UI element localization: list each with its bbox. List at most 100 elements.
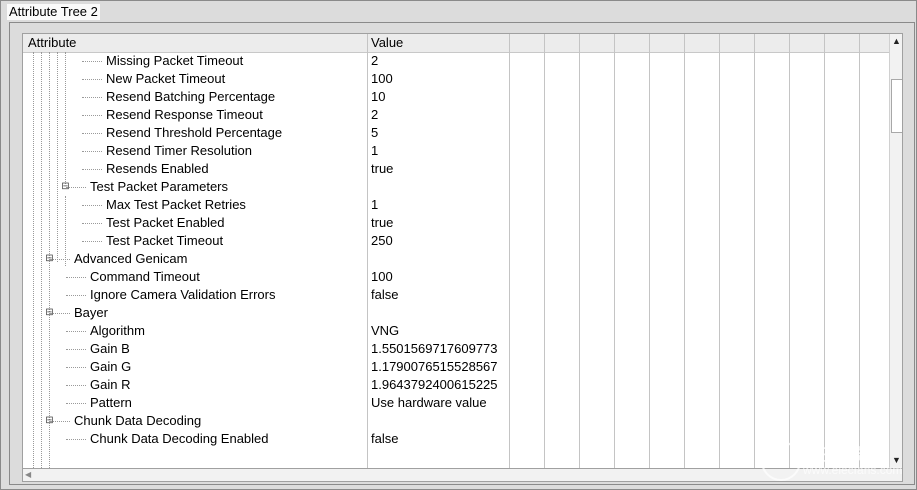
attribute-column-header[interactable]: Attribute	[28, 34, 76, 52]
tree-row[interactable]: ⊟ Chunk Data Decoding	[23, 412, 889, 430]
tree-connector	[82, 169, 102, 170]
value-column-header[interactable]: Value	[371, 34, 403, 52]
attribute-value[interactable]: 100	[371, 268, 393, 286]
tree-row[interactable]: Max Test Packet Retries 1	[23, 196, 889, 214]
tree-row[interactable]: ⊟ Test Packet Parameters	[23, 178, 889, 196]
attribute-value[interactable]: 2	[371, 52, 378, 70]
tree-connector	[66, 349, 86, 350]
tree-row[interactable]: New Packet Timeout 100	[23, 70, 889, 88]
watermark-logo: 电子发烧友 www.elecfans.com	[761, 439, 911, 483]
attribute-value[interactable]: 100	[371, 70, 393, 88]
tree-connector	[82, 241, 102, 242]
attribute-value[interactable]: true	[371, 214, 393, 232]
tree-row[interactable]: Resend Timer Resolution 1	[23, 142, 889, 160]
attribute-label: Missing Packet Timeout	[106, 53, 244, 68]
attribute-label: Pattern	[90, 395, 132, 410]
attribute-label: Gain B	[90, 341, 130, 356]
tree-row[interactable]: Missing Packet Timeout 2	[23, 52, 889, 70]
collapse-toggle-icon[interactable]: ⊟	[45, 254, 54, 264]
tree-connector	[82, 151, 102, 152]
tree-row[interactable]: Resend Response Timeout 2	[23, 106, 889, 124]
tree-row[interactable]: Test Packet Timeout 250	[23, 232, 889, 250]
attribute-value[interactable]: 1	[371, 196, 378, 214]
tree-connector	[82, 205, 102, 206]
attribute-label: Gain G	[90, 359, 132, 374]
attribute-label: Chunk Data Decoding Enabled	[90, 431, 269, 446]
attribute-value[interactable]: 1.5501569717609773	[371, 340, 498, 358]
window-title: Attribute Tree 2	[7, 4, 100, 20]
attribute-label: Resends Enabled	[106, 161, 209, 176]
collapse-toggle-icon[interactable]: ⊟	[61, 182, 70, 192]
attribute-label: Resend Threshold Percentage	[106, 125, 283, 140]
tree-row[interactable]: ⊟ Bayer	[23, 304, 889, 322]
tree-connector	[82, 133, 102, 134]
attribute-value[interactable]: 1.1790076515528567	[371, 358, 498, 376]
tree-row[interactable]: Chunk Data Decoding Enabled false	[23, 430, 889, 448]
vertical-scrollbar[interactable]: ▲ ▼	[889, 34, 902, 468]
attribute-label: Resend Response Timeout	[106, 107, 263, 122]
attribute-tree-window: Attribute Tree 2 Attribute Value Missing…	[0, 0, 917, 490]
tree-row[interactable]: Command Timeout 100	[23, 268, 889, 286]
tree-row[interactable]: Pattern Use hardware value	[23, 394, 889, 412]
attribute-value[interactable]: true	[371, 160, 393, 178]
tree-row[interactable]: Ignore Camera Validation Errors false	[23, 286, 889, 304]
attribute-value[interactable]: 5	[371, 124, 378, 142]
tree-connector	[66, 277, 86, 278]
tree-connector	[66, 331, 86, 332]
tree-row[interactable]: Resend Batching Percentage 10	[23, 88, 889, 106]
tree-body: Missing Packet Timeout 2 New Packet Timeou…	[23, 52, 889, 468]
attribute-label: Advanced Genicam	[74, 251, 188, 266]
attribute-label: Algorithm	[90, 323, 145, 338]
tree-connector	[82, 115, 102, 116]
tree-panel: Attribute Value Missing Packet Timeout 2 N…	[22, 33, 903, 469]
attribute-label: Command Timeout	[90, 269, 200, 284]
tree-row[interactable]: Algorithm VNG	[23, 322, 889, 340]
tree-connector	[82, 97, 102, 98]
attribute-label: Gain R	[90, 377, 131, 392]
tree-connector	[66, 439, 86, 440]
tree-row[interactable]: Gain R 1.9643792400615225	[23, 376, 889, 394]
watermark-title: 电子发烧友	[803, 447, 884, 464]
scroll-left-icon[interactable]: ◀	[25, 469, 31, 481]
tree-connector	[66, 385, 86, 386]
attribute-value[interactable]: Use hardware value	[371, 394, 487, 412]
attribute-label: Max Test Packet Retries	[106, 197, 246, 212]
attribute-value[interactable]: false	[371, 430, 398, 448]
tree-connector	[82, 79, 102, 80]
tree-row[interactable]: Gain B 1.5501569717609773	[23, 340, 889, 358]
attribute-value[interactable]: 2	[371, 106, 378, 124]
attribute-label: Resend Timer Resolution	[106, 143, 252, 158]
tree-row[interactable]: Gain G 1.1790076515528567	[23, 358, 889, 376]
tree-row[interactable]: Resends Enabled true	[23, 160, 889, 178]
attribute-label: Chunk Data Decoding	[74, 413, 202, 428]
tree-connector	[82, 61, 102, 62]
scroll-thumb[interactable]	[891, 79, 902, 133]
attribute-label: New Packet Timeout	[106, 71, 226, 86]
attribute-value[interactable]: 1.9643792400615225	[371, 376, 498, 394]
attribute-label: Bayer	[74, 305, 108, 320]
attribute-value[interactable]: 10	[371, 88, 385, 106]
tree-row[interactable]: Test Packet Enabled true	[23, 214, 889, 232]
attribute-label: Ignore Camera Validation Errors	[90, 287, 276, 302]
attribute-label: Test Packet Enabled	[106, 215, 225, 230]
attribute-value[interactable]: VNG	[371, 322, 399, 340]
attribute-tree-control: Attribute Value Missing Packet Timeout 2 N…	[9, 22, 915, 485]
scroll-up-icon[interactable]: ▲	[890, 34, 902, 49]
collapse-toggle-icon[interactable]: ⊟	[45, 308, 54, 318]
attribute-value[interactable]: false	[371, 286, 398, 304]
attribute-label: Resend Batching Percentage	[106, 89, 276, 104]
collapse-toggle-icon[interactable]: ⊟	[45, 416, 54, 426]
tree-row[interactable]: Resend Threshold Percentage 5	[23, 124, 889, 142]
tree-connector	[66, 295, 86, 296]
tree-connector	[66, 367, 86, 368]
attribute-label: Test Packet Timeout	[106, 233, 224, 248]
column-header: Attribute Value	[23, 34, 889, 53]
attribute-label: Test Packet Parameters	[90, 179, 228, 194]
tree-connector	[82, 223, 102, 224]
attribute-value[interactable]: 1	[371, 142, 378, 160]
attribute-value[interactable]: 250	[371, 232, 393, 250]
tree-connector	[66, 403, 86, 404]
watermark-logo-icon	[761, 441, 801, 481]
watermark-url: www.elecfans.com	[803, 463, 903, 477]
tree-row[interactable]: ⊟ Advanced Genicam	[23, 250, 889, 268]
